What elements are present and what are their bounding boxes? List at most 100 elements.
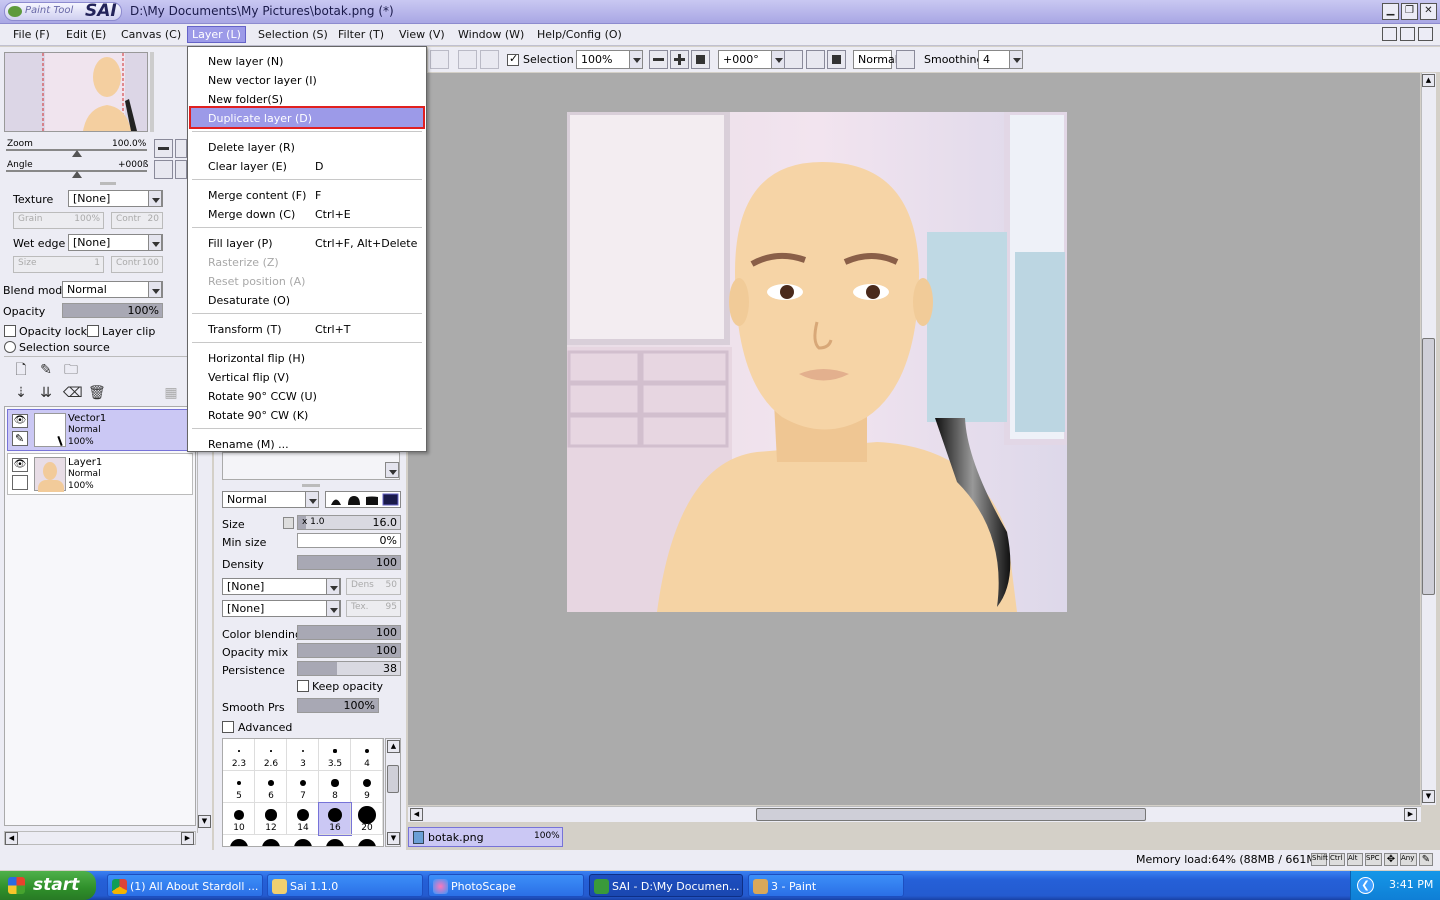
menu-window[interactable]: Window (W) — [454, 27, 528, 42]
angle-select[interactable]: +000° — [718, 50, 774, 69]
brush-size-cell[interactable]: 16 — [318, 802, 352, 836]
brush-size-cell[interactable]: 3.5 — [319, 739, 351, 771]
menu-selection[interactable]: Selection (S) — [254, 27, 332, 42]
zoom-out-icon[interactable] — [649, 50, 668, 69]
navigator-preview[interactable] — [4, 52, 148, 132]
brush-size-cell[interactable]: 3 — [287, 739, 319, 771]
wetedge-dropdown-icon[interactable] — [148, 234, 162, 251]
density-slider[interactable]: 100 — [297, 555, 401, 570]
color-blending-slider[interactable]: 100 — [297, 625, 401, 640]
view-mode-select[interactable]: Normal — [853, 50, 898, 69]
layer-menu-item[interactable]: New folder(S) — [191, 89, 423, 108]
smoothing-dropdown-icon[interactable] — [1009, 50, 1023, 69]
selection-checkbox[interactable] — [507, 52, 519, 66]
nav-rotate-cw-icon[interactable] — [175, 160, 187, 179]
taskbar-item-photoscape[interactable]: PhotoScape — [428, 874, 584, 897]
scroll-down-icon[interactable]: ▼ — [1422, 790, 1435, 803]
brush-size-cell[interactable]: 7 — [287, 771, 319, 803]
scroll-up-icon[interactable]: ▲ — [1422, 74, 1435, 87]
menu-layer[interactable]: Layer (L) — [187, 26, 246, 43]
layer-menu-item[interactable]: Vertical flip (V) — [191, 367, 423, 386]
min-size-slider[interactable]: 0% — [297, 533, 401, 548]
brush-size-cell[interactable]: 5 — [223, 771, 255, 803]
new-folder-icon[interactable]: 🗀 — [63, 362, 79, 378]
brush-texture-dropdown-icon[interactable] — [326, 600, 340, 617]
layer-menu-item[interactable]: Rotate 90° CCW (U) — [191, 386, 423, 405]
selection-source-radio[interactable] — [4, 341, 16, 353]
brush-size-cell[interactable]: 20 — [351, 803, 383, 835]
new-vector-layer-icon[interactable]: ✎ — [38, 362, 54, 378]
layer-menu-item[interactable]: Rotate 90° CW (K) — [191, 405, 423, 424]
rotate-cw-icon[interactable] — [806, 50, 825, 69]
brush-grid-scrollbar[interactable]: ▲ ▼ — [385, 738, 401, 847]
horizontal-scroll-thumb[interactable] — [756, 808, 1146, 821]
brush-size-cell[interactable]: 2.6 — [255, 739, 287, 771]
layer-menu-item[interactable]: Fill layer (P) Ctrl+F, Alt+Delete — [191, 233, 423, 252]
layer-menu-item[interactable]: Merge content (F) F — [191, 185, 423, 204]
brush-size-cell[interactable]: 9 — [351, 771, 383, 803]
brush-shape-selector[interactable] — [325, 491, 401, 508]
brush-size-cell[interactable]: 4 — [351, 739, 383, 771]
brush-size-cell[interactable]: 14 — [287, 803, 319, 835]
brush-size-cell[interactable]: 2.3 — [223, 739, 255, 771]
start-button[interactable]: start — [0, 871, 96, 900]
layer-menu-item[interactable]: Clear layer (E) D — [191, 156, 423, 175]
brush-scroll-thumb[interactable] — [387, 765, 399, 793]
zoom-dropdown-icon[interactable] — [629, 50, 643, 69]
layer-scroll-left-icon[interactable]: ◀ — [5, 832, 18, 845]
brush-size-cell[interactable]: 8 — [319, 771, 351, 803]
brush-texture-select[interactable]: [None] — [222, 600, 341, 617]
layer-mask-icon[interactable]: ▦ — [163, 385, 179, 401]
canvas-vertical-scrollbar[interactable]: ▲ ▼ — [1421, 73, 1436, 805]
invert-selection-icon[interactable] — [480, 50, 499, 69]
layer-menu-item[interactable]: Delete layer (R) — [191, 137, 423, 156]
doc-minimize-button[interactable] — [1382, 27, 1397, 41]
brush-shape-texture-select[interactable]: [None] — [222, 578, 341, 595]
opacity-lock-checkbox[interactable] — [4, 325, 16, 337]
brush-size-slider[interactable]: x 1.0 16.0 — [297, 515, 401, 530]
angle-slider-handle[interactable] — [72, 171, 82, 178]
maximize-button[interactable]: ❐ — [1401, 3, 1418, 20]
blend-mode-dropdown-icon[interactable] — [148, 281, 162, 298]
scroll-left-icon[interactable]: ◀ — [410, 808, 423, 821]
merge-down-icon[interactable]: ⇊ — [38, 385, 54, 401]
panel-splitter[interactable] — [100, 182, 116, 185]
brush-scroll-up-icon[interactable]: ▲ — [387, 740, 400, 753]
rotate-ccw-icon[interactable] — [784, 50, 803, 69]
layer-menu-item[interactable]: Rename (M) ... — [191, 434, 423, 453]
document-tab[interactable]: botak.png 100% — [408, 827, 563, 847]
layer-menu-item[interactable]: Duplicate layer (D) — [189, 106, 425, 129]
size-multiplier-dropdown-icon[interactable] — [283, 517, 294, 529]
taskbar-item-paint[interactable]: 3 - Paint — [748, 874, 904, 897]
layer-scroll-right-icon[interactable]: ▶ — [181, 832, 194, 845]
layer-menu-item[interactable]: Horizontal flip (H) — [191, 348, 423, 367]
pen-tool-icon[interactable]: ✎ — [12, 431, 28, 446]
zoom-slider-handle[interactable] — [72, 150, 82, 157]
delete-layer-icon[interactable]: 🗑 — [88, 385, 106, 401]
persistence-slider[interactable]: 38 — [297, 661, 401, 676]
visibility-eye-icon[interactable]: 👁 — [12, 458, 28, 472]
tool-grid-scroll-icon[interactable] — [385, 462, 399, 478]
advanced-checkbox[interactable] — [222, 721, 234, 733]
rotate-reset-icon[interactable] — [827, 50, 846, 69]
layer-menu-item[interactable]: Transform (T) Ctrl+T — [191, 319, 423, 338]
visibility-eye-icon[interactable]: 👁 — [12, 414, 28, 428]
layer-lock-box[interactable] — [12, 475, 28, 490]
flip-view-icon[interactable] — [896, 50, 915, 69]
doc-restore-button[interactable] — [1400, 27, 1415, 41]
opacity-mix-slider[interactable]: 100 — [297, 643, 401, 658]
layer-menu-item[interactable]: Merge down (C) Ctrl+E — [191, 204, 423, 223]
new-layer-icon[interactable]: 🗋 — [13, 362, 29, 378]
texture-dropdown-icon[interactable] — [148, 190, 162, 207]
canvas-artwork[interactable] — [567, 112, 1067, 612]
menu-canvas[interactable]: Canvas (C) — [117, 27, 185, 42]
angle-dropdown-icon[interactable] — [771, 50, 785, 69]
brush-scroll-down-icon[interactable]: ▼ — [387, 832, 400, 845]
layer-list-hscrollbar[interactable] — [4, 831, 196, 845]
tool-blend-dropdown-icon[interactable] — [305, 491, 319, 508]
layer-item-layer1[interactable]: 👁 Layer1 Normal 100% — [7, 453, 193, 495]
layer-opacity-slider[interactable]: 100% — [62, 303, 163, 318]
minimize-button[interactable]: ▁ — [1382, 3, 1399, 20]
zoom-in-icon[interactable] — [670, 50, 689, 69]
vertical-scroll-thumb[interactable] — [1422, 338, 1435, 595]
